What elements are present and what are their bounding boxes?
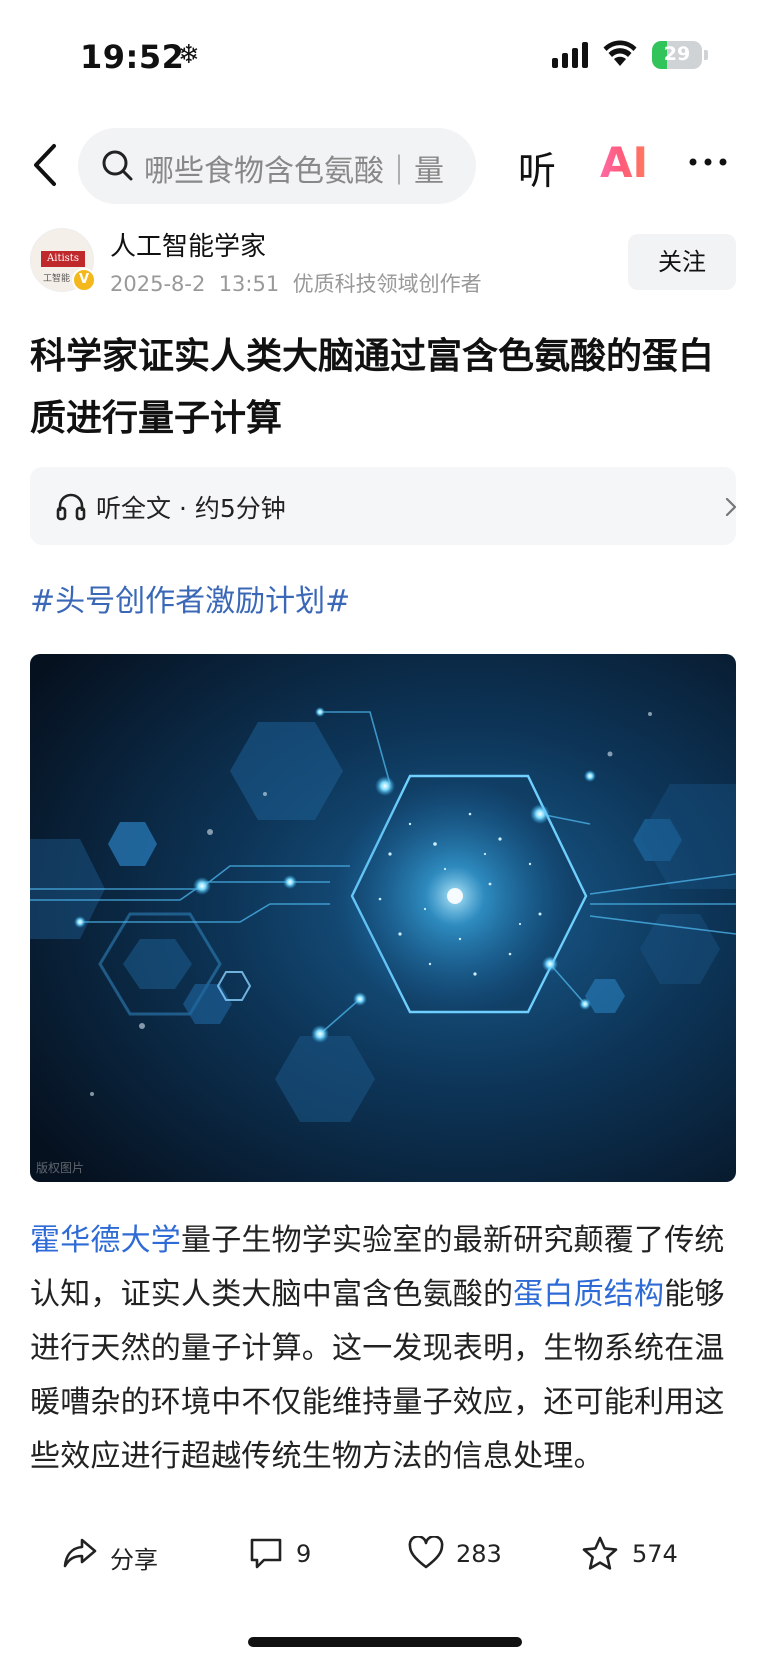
avatar-logo: Aitists [41,251,85,267]
article-image[interactable]: 版权图片 [30,654,736,1182]
like-count: 283 [456,1540,502,1568]
favorite-count: 574 [632,1540,678,1568]
search-bar[interactable]: 哪些食物含色氨酸｜量 [78,128,476,204]
hexagon-network-illustration [30,654,736,1182]
image-credit: 版权图片 [36,1161,85,1175]
entity-link-protein-structure[interactable]: 蛋白质结构 [513,1277,664,1312]
status-bar: 19:52 ❄ 29 [0,30,769,84]
heart-icon [408,1536,444,1569]
author-name[interactable]: 人工智能学家 [110,226,266,263]
article-body: 霍华德大学量子生物学实验室的最新研究颠覆了传统认知，证实人类大脑中富含色氨酸的蛋… [30,1214,740,1504]
follow-button[interactable]: 关注 [628,234,736,290]
ai-button[interactable]: AI [600,138,648,187]
like-button[interactable]: 283 [408,1520,518,1590]
wifi-icon [603,40,637,66]
share-label: 分享 [110,1546,158,1574]
entity-link-university[interactable]: 霍华德大学 [30,1223,181,1258]
share-icon [63,1538,97,1568]
search-icon [102,150,133,181]
comment-button[interactable]: 9 [248,1520,338,1590]
listen-button[interactable]: 听 [518,140,556,195]
author-badge: 优质科技领域创作者 [292,272,482,296]
home-indicator[interactable] [248,1637,522,1647]
listen-full-text-label: 听全文 · 约5分钟 [96,494,286,523]
battery-icon: 29 [652,41,708,69]
comment-icon [250,1538,282,1569]
chevron-right-icon [725,497,737,517]
favorite-button[interactable]: 574 [582,1520,692,1590]
comment-count: 9 [296,1540,312,1568]
battery-percent: 29 [663,43,691,65]
post-time: 13:51 [218,272,280,296]
snowflake-icon: ❄ [178,40,200,70]
search-placeholder: 哪些食物含色氨酸｜量 [144,154,444,189]
avatar-sub-text: 工智能 [43,274,71,284]
hashtag-link[interactable]: #头号创作者激励计划# [30,576,350,620]
post-date: 2025-8-2 [110,272,206,296]
back-arrow-icon[interactable] [28,142,64,188]
verified-badge-icon: V [72,268,96,292]
article-page: 19:52 ❄ 29 哪些食物含色氨酸｜量 听 AI Aitists 工智能 V… [0,0,769,1665]
headphones-icon [56,493,86,521]
more-icon[interactable] [688,156,728,168]
status-time: 19:52 [80,38,185,76]
share-button[interactable]: 分享 [62,1520,182,1590]
article-title: 科学家证实人类大脑通过富含色氨酸的蛋白质进行量子计算 [30,336,715,439]
author-meta: 2025-8-2 13:51 优质科技领域创作者 [110,268,482,298]
listen-full-text-bar[interactable]: 听全文 · 约5分钟 [30,467,737,545]
bottom-action-bar: 分享 9 283 574 [0,1520,769,1590]
cellular-signal-icon [552,42,588,68]
star-icon [582,1536,618,1570]
